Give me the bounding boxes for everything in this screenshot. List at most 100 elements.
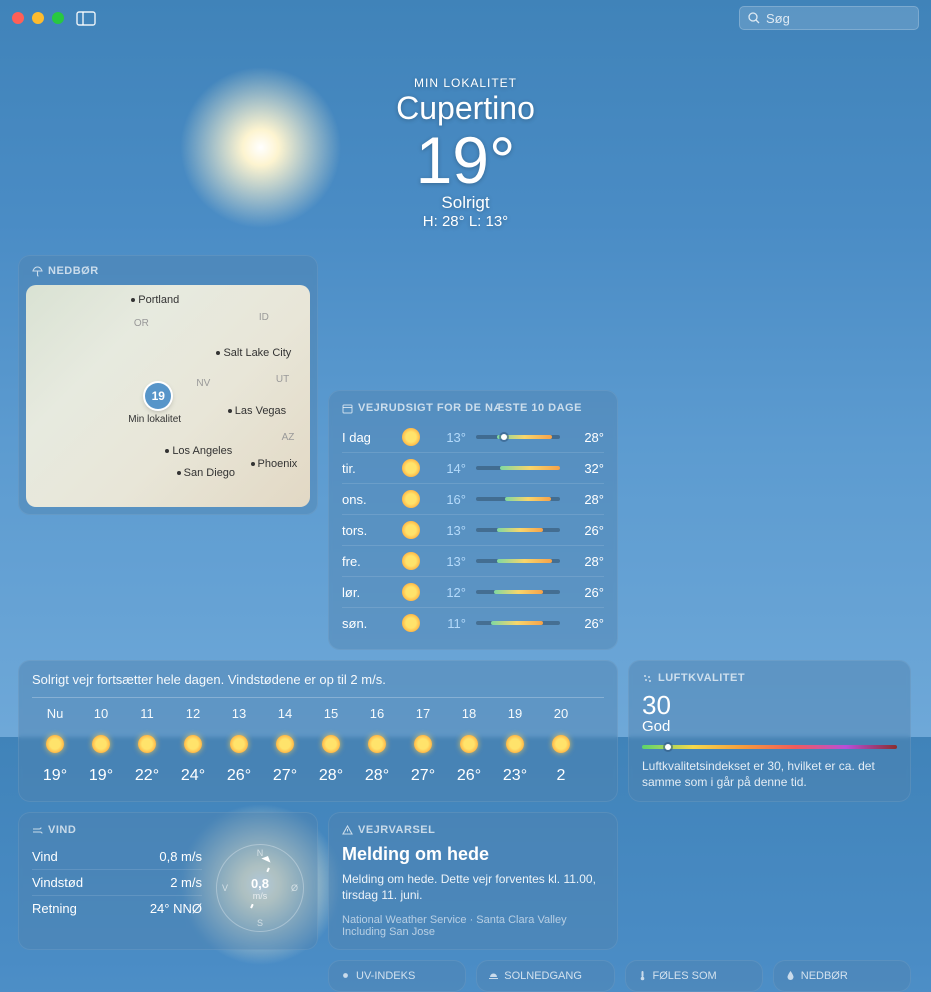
sun-icon <box>402 614 420 632</box>
sun-icon <box>230 735 248 753</box>
hourly-column: 1727° <box>400 706 446 785</box>
map-label: AZ <box>282 432 295 443</box>
fullscreen-window-button[interactable] <box>52 12 64 24</box>
map-label: UT <box>276 374 289 385</box>
hour-label: 10 <box>78 706 124 721</box>
sun-icon <box>402 459 420 477</box>
day-label: tir. <box>342 461 392 476</box>
close-window-button[interactable] <box>12 12 24 24</box>
drop-icon <box>785 970 796 981</box>
map-label: Las Vegas <box>225 405 286 417</box>
day-label: lør. <box>342 585 392 600</box>
temp-range-bar <box>476 435 560 439</box>
feels-like-card[interactable]: FØLES SOM <box>625 960 763 992</box>
ten-day-title: VEJRUDSIGT FOR DE NÆSTE 10 DAGE <box>358 402 582 414</box>
map-label: Phoenix <box>248 458 298 470</box>
forecast-row[interactable]: tir.14°32° <box>342 452 604 483</box>
hourly-summary: Solrigt vejr fortsætter hele dagen. Vind… <box>32 672 604 687</box>
sun-icon <box>92 735 110 753</box>
sun-icon <box>506 735 524 753</box>
wind-row: Vindstød2 m/s <box>32 870 202 896</box>
hour-temp: 27° <box>411 767 435 784</box>
alert-icon <box>342 825 353 836</box>
map-label: OR <box>134 318 149 329</box>
forecast-row[interactable]: lør.12°26° <box>342 576 604 607</box>
umbrella-icon <box>32 266 43 277</box>
hour-temp: 28° <box>365 767 389 784</box>
map-canvas[interactable]: 19 Min lokalitet PortlandORIDSalt Lake C… <box>26 285 310 507</box>
forecast-row[interactable]: ons.16°28° <box>342 483 604 514</box>
search-field[interactable]: Søg <box>739 6 919 30</box>
hour-label: 14 <box>262 706 308 721</box>
day-label: ons. <box>342 492 392 507</box>
hour-temp: 26° <box>457 767 481 784</box>
low-temp: 13° <box>430 523 466 538</box>
temp-range-bar <box>476 466 560 470</box>
toggle-sidebar-button[interactable] <box>76 8 104 28</box>
weather-alert-card[interactable]: VEJRVARSEL Melding om hede Melding om he… <box>328 812 618 949</box>
sunset-icon <box>488 970 499 981</box>
high-temp: 28° <box>570 554 604 569</box>
high-temp: 28° <box>570 430 604 445</box>
traffic-lights <box>12 12 64 24</box>
hour-label: 12 <box>170 706 216 721</box>
forecast-row[interactable]: I dag13°28° <box>342 422 604 452</box>
wind-row: Vind0,8 m/s <box>32 844 202 870</box>
aq-title: LUFTKVALITET <box>658 672 745 684</box>
map-label: NV <box>196 378 210 389</box>
thermometer-icon <box>637 970 648 981</box>
precipitation-map-card[interactable]: NEDBØR 19 Min lokalitet PortlandORIDSalt… <box>18 255 318 515</box>
aq-rating: God <box>642 718 897 735</box>
map-location-pin[interactable]: 19 <box>145 383 171 409</box>
sunset-card[interactable]: SOLNEDGANG <box>476 960 614 992</box>
low-temp: 12° <box>430 585 466 600</box>
air-quality-card[interactable]: LUFTKVALITET 30 God Luftkvalitetsindekse… <box>628 660 911 802</box>
city-name: Cupertino <box>0 90 931 127</box>
map-label: Los Angeles <box>162 445 232 457</box>
precipitation-card[interactable]: NEDBØR <box>773 960 911 992</box>
sun-icon <box>46 735 64 753</box>
sun-icon <box>340 970 351 981</box>
alert-title: VEJRVARSEL <box>358 824 435 836</box>
temp-range-bar <box>476 528 560 532</box>
wind-title: VIND <box>48 824 76 836</box>
sun-icon <box>276 735 294 753</box>
hour-temp: 2 <box>557 767 566 784</box>
sun-icon <box>402 583 420 601</box>
wind-card[interactable]: VIND Vind0,8 m/sVindstød2 m/sRetning24° … <box>18 812 318 949</box>
forecast-row[interactable]: fre.13°28° <box>342 545 604 576</box>
ten-day-forecast-card[interactable]: VEJRUDSIGT FOR DE NÆSTE 10 DAGE I dag13°… <box>328 390 618 650</box>
sun-icon <box>552 735 570 753</box>
hour-label: 15 <box>308 706 354 721</box>
low-temp: 13° <box>430 554 466 569</box>
search-icon <box>748 12 760 24</box>
map-title: NEDBØR <box>48 265 99 277</box>
aq-scale <box>642 745 897 749</box>
alert-heading: Melding om hede <box>342 844 604 865</box>
temp-range-bar <box>476 497 560 501</box>
uv-index-card[interactable]: UV-INDEKS <box>328 960 466 992</box>
low-temp: 16° <box>430 492 466 507</box>
temp-range-bar <box>476 590 560 594</box>
temp-range-bar <box>476 621 560 625</box>
map-label: Portland <box>128 294 179 306</box>
sun-icon <box>460 735 478 753</box>
current-condition: Solrigt <box>0 193 931 213</box>
day-label: tors. <box>342 523 392 538</box>
forecast-row[interactable]: søn.11°26° <box>342 607 604 638</box>
hour-temp: 23° <box>503 767 527 784</box>
map-label: Salt Lake City <box>213 347 291 359</box>
window-titlebar: Søg <box>0 0 931 36</box>
calendar-icon <box>342 403 353 414</box>
aq-description: Luftkvalitetsindekset er 30, hvilket er … <box>642 759 897 790</box>
hour-temp: 24° <box>181 767 205 784</box>
hour-temp: 28° <box>319 767 343 784</box>
high-temp: 26° <box>570 616 604 631</box>
map-pin-label: Min lokalitet <box>128 414 181 425</box>
minimize-window-button[interactable] <box>32 12 44 24</box>
hourly-column: 1326° <box>216 706 262 785</box>
hourly-forecast-card[interactable]: Solrigt vejr fortsætter hele dagen. Vind… <box>18 660 618 802</box>
sun-icon <box>368 735 386 753</box>
forecast-row[interactable]: tors.13°26° <box>342 514 604 545</box>
hour-label: 20 <box>538 706 584 721</box>
